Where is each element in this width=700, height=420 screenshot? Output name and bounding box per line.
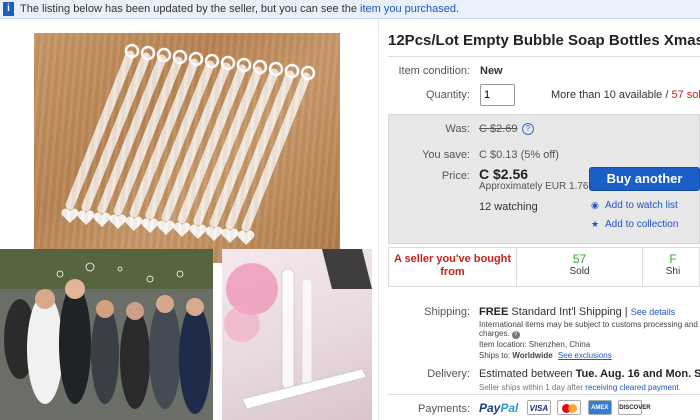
sold-stat-value: 57 (572, 252, 587, 266)
mastercard-icon (557, 400, 582, 416)
delivery-dates: Tue. Aug. 16 and Mon. Sep. (575, 368, 700, 380)
visa-card-icon: VISA (526, 400, 551, 416)
delivery-estimate: Estimated between Tue. Aug. 16 and Mon. … (479, 368, 700, 380)
listing-title: 12Pcs/Lot Empty Bubble Soap Bottles Xmas… (388, 32, 700, 49)
watch-label: Add to watch list (605, 200, 678, 211)
shipping-stat-value: F (669, 252, 677, 266)
star-icon: ★ (591, 219, 600, 229)
eye-icon: ◉ (591, 200, 599, 210)
see-exclusions-link[interactable]: See exclusions (558, 351, 612, 360)
available-text: More than 10 available / (551, 89, 669, 101)
notice-text: The listing below has been updated by th… (20, 3, 357, 15)
shipping-method: Standard Int'l Shipping | (511, 306, 628, 318)
save-value: C $0.13 (5% off) (479, 149, 559, 161)
shipping-stat-cell: F Shi (643, 248, 700, 286)
cleared-payment-link[interactable]: receiving cleared payment (585, 383, 678, 392)
condition-value: New (480, 65, 503, 77)
add-to-watch-list-link[interactable]: ◉ Add to watch list (591, 200, 678, 211)
save-label: You save: (422, 149, 470, 161)
watching-count: 12 watching (479, 201, 538, 213)
price-value: C $2.56 (479, 166, 529, 182)
shipping-label: Shipping: (424, 306, 470, 318)
collection-label: Add to collection (605, 219, 679, 230)
ships-to: Ships to: Worldwide See exclusions (479, 351, 612, 360)
bottle-closeup-thumbnail[interactable] (222, 249, 372, 420)
payments-label: Payments: (418, 403, 470, 415)
condition-label: Item condition: (398, 65, 470, 77)
sold-stat-label: Sold (569, 266, 590, 277)
purchase-notice-bar: i The listing below has been updated by t… (0, 0, 700, 19)
sold-stat-cell: 57 Sold (517, 248, 643, 286)
sold-count[interactable]: 57 sold (671, 89, 700, 101)
listing-details-panel: 12Pcs/Lot Empty Bubble Soap Bottles Xmas… (388, 19, 700, 420)
seller-note-cell: A seller you've bought from (389, 248, 517, 286)
delivery-divider (388, 394, 700, 395)
discover-card-icon: DISCOVER (618, 400, 651, 416)
delivery-note: Seller ships within 1 day after receivin… (479, 383, 681, 392)
title-divider (388, 56, 700, 57)
shipping-free: FREE (479, 306, 509, 318)
customs-note-2: charges.? (479, 329, 520, 339)
shipping-stat-label: Shi (665, 266, 681, 277)
was-label: Was: (445, 123, 470, 135)
shipping-summary: FREE Standard Int'l Shipping | See detai… (479, 306, 675, 318)
quantity-input[interactable] (480, 84, 515, 106)
payment-methods: PayPal VISA AMEX DISCOVER (479, 399, 651, 417)
seller-note-line2: from (440, 266, 465, 278)
seller-note-line1: A seller you've bought (393, 253, 512, 265)
column-divider (378, 19, 379, 420)
buy-another-button[interactable]: Buy another (589, 167, 700, 191)
photo-gallery (0, 19, 378, 420)
wedding-crowd-image (0, 249, 213, 420)
wedding-photo-thumbnail[interactable] (0, 249, 213, 420)
customs-help-icon[interactable]: ? (511, 331, 520, 339)
help-icon[interactable]: ? (522, 123, 534, 135)
approx-price: Approximately EUR 1.76 (479, 181, 589, 192)
price-label: Price: (441, 170, 470, 182)
paypal-logo: PayPal (479, 400, 519, 415)
amex-card-icon: AMEX (587, 400, 612, 416)
add-to-collection-link[interactable]: ★ Add to collection (591, 219, 678, 230)
purchased-item-link[interactable]: item you purchased (360, 3, 456, 15)
see-details-link[interactable]: See details (631, 307, 676, 317)
item-location: Item location: Shenzhen, China (479, 340, 591, 349)
notice-suffix: . (456, 3, 460, 15)
delivery-label: Delivery: (427, 368, 470, 380)
was-price: C $2.69 (479, 123, 518, 135)
info-icon: i (3, 2, 14, 16)
availability: More than 10 available / 57 sold (551, 89, 700, 101)
seller-stats-row: A seller you've bought from 57 Sold F Sh… (388, 247, 700, 287)
bottle-closeup-image (224, 249, 372, 410)
quantity-label: Quantity: (425, 89, 470, 101)
main-product-photo[interactable] (34, 33, 340, 263)
customs-note-1: International items may be subject to cu… (479, 320, 698, 329)
